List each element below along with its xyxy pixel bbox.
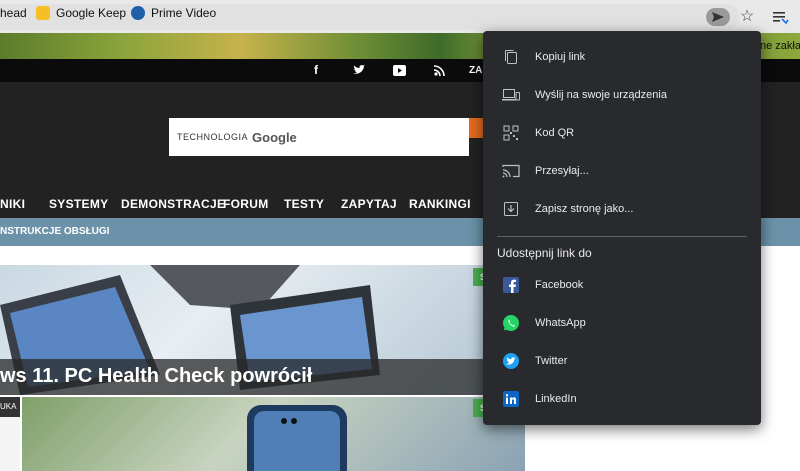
menu-item-linkedin[interactable]: LinkedIn: [483, 380, 761, 418]
menu-item-facebook[interactable]: Facebook: [483, 266, 761, 304]
copy-icon: [502, 48, 520, 66]
bookmark-star-icon[interactable]: ☆: [737, 7, 757, 27]
twitter-icon: [502, 352, 520, 370]
facebook-icon[interactable]: f: [314, 59, 318, 82]
menu-item-label: Facebook: [535, 279, 584, 291]
share-button[interactable]: [706, 8, 730, 26]
menu-divider: [497, 236, 747, 237]
cast-icon: [502, 162, 520, 180]
share-link-heading: Udostępnij link do: [497, 246, 592, 260]
menu-item-label: Twitter: [535, 355, 568, 367]
article-image[interactable]: [22, 397, 525, 471]
youtube-icon[interactable]: [393, 59, 406, 82]
article-title[interactable]: ws 11. PC Health Check powrócił: [0, 365, 312, 388]
menu-item-label: Przesyłaj...: [535, 165, 589, 177]
phone-illustration: [247, 405, 347, 471]
save-page-icon: [502, 200, 520, 218]
qr-code-icon: [502, 124, 520, 142]
menu-item-copy-link[interactable]: Kopiuj link: [483, 38, 761, 76]
article-category-tag[interactable]: UKA: [0, 397, 20, 417]
rss-icon[interactable]: [433, 59, 445, 82]
twitter-icon[interactable]: [353, 59, 365, 82]
menu-item-label: Kod QR: [535, 127, 575, 139]
bookmark-item-truncated[interactable]: ne zakła: [760, 33, 800, 59]
search-brand-label: Google: [252, 129, 297, 145]
search-button[interactable]: [469, 118, 484, 138]
nav-item-systemy[interactable]: SYSTEMY: [49, 190, 108, 218]
bookmark-label: Google Keep: [56, 6, 127, 20]
whatsapp-icon: [502, 314, 520, 332]
subnav-item[interactable]: NSTRUKCJE OBSŁUGI: [0, 218, 109, 246]
search-input[interactable]: TECHNOLOGIA Google: [169, 118, 469, 156]
facebook-icon: [502, 276, 520, 294]
prime-video-icon: [131, 6, 145, 20]
menu-item-label: Kopiuj link: [535, 51, 586, 63]
nav-item-testy[interactable]: TESTY: [284, 190, 324, 218]
bookmark-label: head: [0, 6, 27, 20]
devices-icon: [502, 86, 520, 104]
send-icon: [712, 12, 724, 22]
menu-item-cast[interactable]: Przesyłaj...: [483, 152, 761, 190]
reading-list-button[interactable]: [769, 6, 791, 28]
bookmark-prime-video[interactable]: Prime Video: [131, 0, 216, 26]
bookmark-label: Prime Video: [151, 6, 217, 20]
bookmark-google-keep[interactable]: Google Keep: [36, 0, 126, 26]
search-label-small: TECHNOLOGIA: [177, 132, 249, 142]
nav-item-forum[interactable]: FORUM: [223, 190, 269, 218]
menu-item-qr-code[interactable]: Kod QR: [483, 114, 761, 152]
menu-item-whatsapp[interactable]: WhatsApp: [483, 304, 761, 342]
menu-item-label: LinkedIn: [535, 393, 577, 405]
reading-list-icon: [773, 12, 789, 25]
menu-item-save-page[interactable]: Zapisz stronę jako...: [483, 190, 761, 228]
nav-item-rankingi[interactable]: RANKINGI: [409, 190, 471, 218]
menu-item-label: Wyślij na swoje urządzenia: [535, 89, 667, 101]
google-keep-icon: [36, 6, 50, 20]
nav-item-zapytaj[interactable]: ZAPYTAJ: [341, 190, 397, 218]
nav-item[interactable]: NIKI: [0, 190, 25, 218]
nav-item-demonstracje[interactable]: DEMONSTRACJE: [121, 190, 225, 218]
bookmark-item[interactable]: head: [0, 0, 27, 26]
menu-item-send-to-devices[interactable]: Wyślij na swoje urządzenia: [483, 76, 761, 114]
linkedin-icon: [502, 390, 520, 408]
menu-item-label: Zapisz stronę jako...: [535, 203, 634, 215]
menu-item-label: WhatsApp: [535, 317, 586, 329]
menu-item-twitter[interactable]: Twitter: [483, 342, 761, 380]
